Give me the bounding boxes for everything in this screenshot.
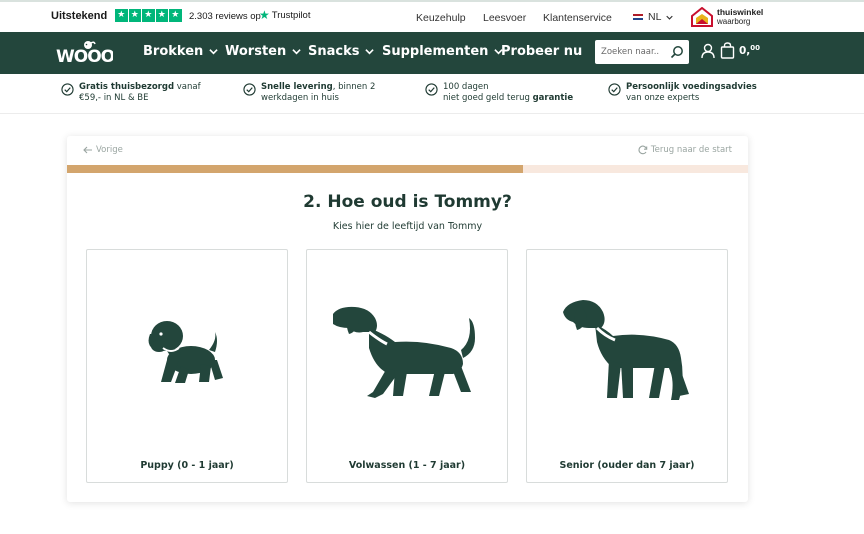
top-link-keuzehulp[interactable]: Keuzehulp — [416, 12, 466, 24]
trustpilot-brand: Trustpilot — [271, 9, 311, 21]
option-senior[interactable]: Senior (ouder dan 7 jaar) — [526, 249, 728, 483]
chevron-down-icon — [666, 15, 674, 20]
shopping-bag-icon[interactable] — [720, 42, 735, 59]
thuiswinkel-line1: thuiswinkel — [717, 7, 764, 17]
usp-personal-advice: Persoonlijk voedingsadvies van onze exper… — [608, 82, 757, 104]
trustpilot-logo[interactable]: ★ Trustpilot — [259, 9, 310, 21]
cart-total-cents: 00 — [750, 44, 761, 52]
main-navigation: WOOOF Brokken Worsten Snacks Supplemente… — [0, 32, 864, 74]
top-link-klantenservice[interactable]: Klantenservice — [543, 12, 612, 24]
nav-item-label: Snacks — [308, 44, 360, 59]
trustpilot-stars: ★ ★ ★ ★ ★ — [115, 9, 182, 22]
language-code: NL — [648, 11, 662, 23]
star-icon: ★ — [142, 9, 155, 22]
usp-line1: 100 dagen — [443, 82, 489, 92]
senior-dog-icon — [563, 300, 689, 400]
chevron-down-icon — [365, 49, 375, 55]
thuiswinkel-line2: waarborg — [717, 16, 751, 26]
option-label: Senior (ouder dan 7 jaar) — [559, 460, 695, 471]
nav-item-label: Probeer nu — [501, 44, 583, 59]
nav-item-worsten[interactable]: Worsten — [225, 44, 301, 59]
adult-dog-icon — [333, 306, 475, 398]
nav-item-probeer-nu[interactable]: Probeer nu — [501, 44, 582, 59]
usp-line2: €59,- in NL & BE — [79, 93, 149, 103]
nav-item-snacks[interactable]: Snacks — [308, 44, 375, 59]
usp-bold: Persoonlijk voedingsadvies — [626, 82, 757, 92]
dutch-flag-icon — [633, 13, 643, 21]
quiz-progress-fill — [67, 165, 524, 173]
arrow-left-icon — [83, 146, 92, 154]
nav-item-supplementen[interactable]: Supplementen — [382, 44, 504, 59]
usp-text: vanaf — [174, 82, 201, 92]
top-link-leesvoer[interactable]: Leesvoer — [483, 12, 526, 24]
usp-bold: garantie — [532, 93, 574, 103]
option-label: Puppy (0 - 1 jaar) — [140, 460, 234, 471]
nav-item-label: Brokken — [143, 44, 204, 59]
check-circle-icon — [425, 83, 438, 96]
usp-bold: Gratis thuisbezorgd — [79, 82, 175, 92]
quiz-card: Vorige Terug naar de start 2. Hoe oud is… — [67, 136, 748, 502]
option-puppy[interactable]: Puppy (0 - 1 jaar) — [86, 249, 288, 483]
thuiswinkel-house-icon — [691, 7, 713, 27]
star-icon: ★ — [169, 9, 182, 22]
question-title: 2. Hoe oud is Tommy? — [303, 192, 512, 212]
svg-text:WOOOF: WOOOF — [56, 47, 113, 64]
wooof-logo[interactable]: WOOOF — [55, 40, 113, 64]
star-icon: ★ — [155, 9, 168, 22]
usp-free-shipping: Gratis thuisbezorgd vanaf €59,- in NL & B… — [61, 82, 201, 104]
option-adult[interactable]: Volwassen (1 - 7 jaar) — [306, 249, 508, 483]
usp-line2: niet goed geld terug — [443, 93, 533, 103]
star-icon: ★ — [115, 9, 128, 22]
language-selector[interactable]: NL — [633, 11, 674, 23]
cart-total-main: 0, — [739, 45, 751, 57]
usp-bar: Gratis thuisbezorgd vanaf €59,- in NL & B… — [0, 74, 864, 114]
usp-line2: werkdagen in huis — [261, 93, 339, 103]
option-label: Volwassen (1 - 7 jaar) — [348, 460, 466, 471]
search-icon[interactable] — [670, 45, 684, 59]
quiz-progress-bar — [67, 165, 748, 173]
chevron-down-icon — [292, 49, 301, 55]
usp-guarantee: 100 dagen niet goed geld terug garantie — [425, 82, 573, 104]
restart-button[interactable]: Terug naar de start — [638, 145, 732, 155]
restart-label: Terug naar de start — [650, 145, 732, 155]
trustpilot-reviews-count[interactable]: 2.303 reviews op — [189, 11, 261, 22]
previous-button[interactable]: Vorige — [83, 145, 123, 155]
usp-bold: Snelle levering — [261, 82, 333, 92]
check-circle-icon — [243, 83, 256, 96]
check-circle-icon — [61, 83, 74, 96]
thuiswinkel-waarborg-logo[interactable]: thuiswinkel waarborg — [691, 7, 763, 27]
cart-total[interactable]: 0,00 — [739, 44, 760, 57]
check-circle-icon — [608, 83, 621, 96]
refresh-icon — [638, 145, 648, 155]
chevron-down-icon — [209, 49, 218, 55]
trustpilot-star-icon: ★ — [259, 8, 270, 22]
nav-item-label: Supplementen — [382, 44, 489, 59]
top-utility-bar: Uitstekend ★ ★ ★ ★ ★ 2.303 reviews op ★ … — [0, 0, 864, 32]
nav-item-label: Worsten — [225, 44, 287, 59]
usp-text: , binnen 2 — [332, 82, 376, 92]
search-box — [595, 40, 689, 64]
star-icon: ★ — [128, 9, 141, 22]
nav-item-brokken[interactable]: Brokken — [143, 44, 218, 59]
puppy-icon — [148, 321, 223, 383]
user-account-icon[interactable] — [701, 43, 715, 59]
usp-line2: van onze experts — [626, 93, 700, 103]
previous-label: Vorige — [96, 145, 123, 155]
trustpilot-rating-label: Uitstekend — [51, 10, 108, 22]
question-subtitle: Kies hier de leeftijd van Tommy — [332, 221, 483, 232]
usp-fast-delivery: Snelle levering, binnen 2 werkdagen in hu… — [243, 82, 375, 104]
search-input[interactable] — [601, 44, 667, 60]
